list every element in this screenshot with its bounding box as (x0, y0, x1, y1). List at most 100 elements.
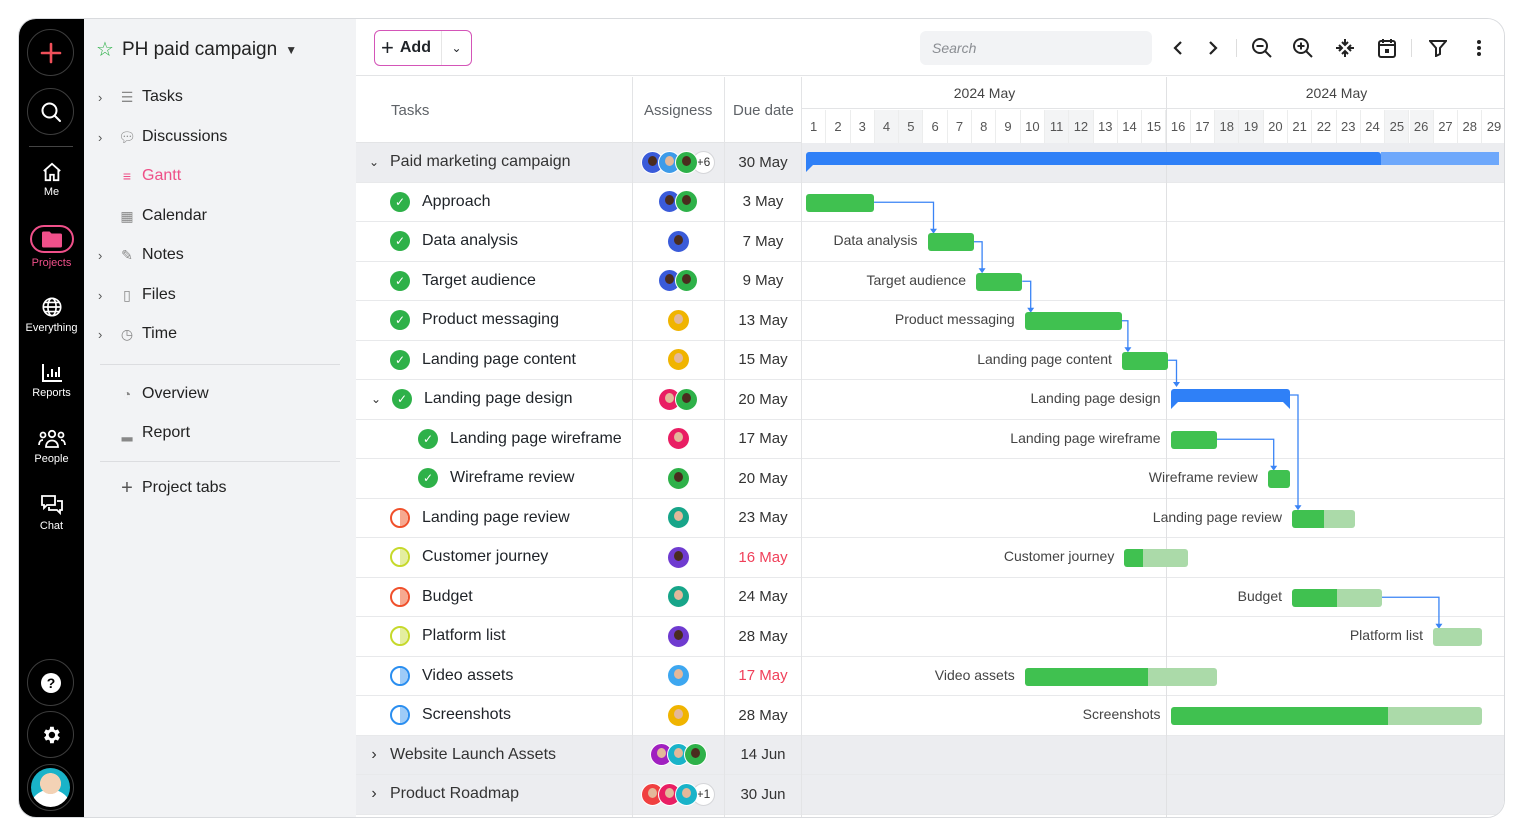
assignees-cell[interactable] (632, 301, 724, 340)
assignees-cell[interactable] (632, 538, 724, 577)
chevron-right-icon[interactable]: › (98, 288, 116, 303)
today-calendar-icon[interactable] (1375, 36, 1399, 60)
sidebar-item-time[interactable]: › ◷ Time (98, 322, 177, 346)
assignees-cell[interactable] (632, 578, 724, 617)
assignees-cell[interactable]: +1 (632, 775, 724, 814)
zoom-out-icon[interactable] (1250, 36, 1274, 60)
status-done-icon[interactable]: ✓ (418, 428, 438, 449)
rail-item-everything[interactable]: Everything (19, 296, 84, 334)
header-due-date[interactable]: Due date (733, 102, 794, 119)
task-bar[interactable] (1170, 707, 1482, 725)
status-in-progress-icon[interactable] (390, 586, 410, 607)
search-button[interactable] (27, 88, 74, 135)
due-date[interactable]: 23 May (724, 499, 802, 538)
assignees-cell[interactable] (632, 499, 724, 538)
add-button[interactable] (27, 29, 74, 76)
assignees-cell[interactable] (632, 696, 724, 735)
assignees-cell[interactable] (632, 341, 724, 380)
collapse-chevron-icon[interactable]: ⌄ (366, 392, 386, 406)
rail-item-chat[interactable]: Chat (19, 494, 84, 532)
search-input[interactable] (920, 31, 1152, 65)
due-date[interactable]: 30 May (724, 143, 802, 182)
task-cell[interactable]: ✓ Product messaging (390, 301, 559, 340)
due-date[interactable]: 28 May (724, 696, 802, 735)
task-bar[interactable] (1024, 667, 1217, 686)
task-bar[interactable] (1024, 312, 1122, 330)
rail-item-projects[interactable]: Projects (19, 225, 84, 269)
assignees-cell[interactable]: +6 (632, 143, 724, 182)
due-date[interactable]: 28 May (724, 617, 802, 656)
status-in-progress-icon[interactable] (390, 705, 410, 726)
task-bar[interactable] (1267, 470, 1290, 488)
due-date[interactable]: 30 Jun (724, 775, 802, 814)
sidebar-item-calendar[interactable]: ▦ Calendar (98, 204, 207, 228)
chevron-right-icon[interactable]: › (98, 327, 116, 342)
task-cell[interactable]: ✓ Approach (390, 183, 491, 222)
chevron-right-icon[interactable]: › (98, 130, 116, 145)
due-date[interactable]: 7 May (724, 222, 802, 261)
more-options-icon[interactable] (1467, 36, 1491, 60)
task-cell[interactable]: ✓ Target audience (390, 262, 536, 301)
task-cell[interactable]: ✓ Landing page wireframe (418, 420, 622, 459)
due-date[interactable]: 20 May (724, 380, 802, 419)
status-done-icon[interactable]: ✓ (390, 349, 410, 370)
task-cell[interactable]: Video assets (390, 657, 513, 696)
add-dropdown-chevron-icon[interactable]: ⌄ (442, 41, 471, 55)
task-bar[interactable] (1292, 588, 1382, 607)
task-bar[interactable] (806, 193, 875, 212)
collapse-icon[interactable] (1333, 36, 1357, 60)
task-cell[interactable]: ⌄ Paid marketing campaign (364, 143, 571, 182)
task-cell[interactable]: Budget (390, 578, 473, 617)
sidebar-item-files[interactable]: › ▯ Files (98, 283, 176, 307)
user-avatar[interactable] (27, 764, 74, 811)
sidebar-item-tasks[interactable]: › ☰ Tasks (98, 85, 183, 109)
due-date[interactable]: 14 Jun (724, 736, 802, 775)
project-title[interactable]: ☆ PH paid campaign ▼ (96, 37, 297, 62)
sidebar-item-gantt[interactable]: ≡ Gantt (98, 164, 181, 188)
filter-icon[interactable] (1426, 36, 1450, 60)
task-bar[interactable] (1170, 430, 1217, 449)
chevron-right-icon[interactable] (1201, 36, 1225, 60)
status-in-progress-icon[interactable] (390, 547, 410, 568)
collapse-chevron-icon[interactable]: ⌄ (364, 155, 384, 169)
due-date[interactable]: 3 May (724, 183, 802, 222)
project-tabs-button[interactable]: + Project tabs (98, 476, 226, 500)
sidebar-item-report[interactable]: ▂ Report (98, 421, 190, 445)
expand-chevron-icon[interactable]: › (364, 746, 384, 764)
task-cell[interactable]: Screenshots (390, 696, 511, 735)
help-button[interactable]: ? (27, 659, 74, 706)
status-done-icon[interactable]: ✓ (390, 310, 410, 331)
rail-item-people[interactable]: People (19, 429, 84, 465)
task-bar[interactable] (1121, 351, 1169, 370)
task-cell[interactable]: Platform list (390, 617, 506, 656)
status-done-icon[interactable]: ✓ (390, 270, 410, 291)
rail-item-me[interactable]: Me (19, 162, 84, 198)
assignees-cell[interactable] (632, 222, 724, 261)
due-date[interactable]: 17 May (724, 420, 802, 459)
task-cell[interactable]: ✓ Wireframe review (418, 459, 574, 498)
summary-bar[interactable] (1170, 389, 1290, 409)
assignees-cell[interactable] (632, 459, 724, 498)
header-tasks[interactable]: Tasks (391, 102, 429, 119)
expand-chevron-icon[interactable]: › (364, 785, 384, 803)
status-done-icon[interactable]: ✓ (390, 191, 410, 212)
assignees-cell[interactable] (632, 657, 724, 696)
add-task-button[interactable]: + Add ⌄ (374, 30, 472, 66)
task-bar[interactable] (1292, 509, 1356, 528)
status-in-progress-icon[interactable] (390, 665, 410, 686)
due-date[interactable]: 17 May (724, 657, 802, 696)
due-date[interactable]: 24 May (724, 578, 802, 617)
due-date[interactable]: 13 May (724, 301, 802, 340)
star-icon[interactable]: ☆ (96, 37, 114, 62)
task-cell[interactable]: › Website Launch Assets (364, 736, 556, 775)
sidebar-item-discussions[interactable]: › 💬︎ Discussions (98, 125, 227, 149)
status-done-icon[interactable]: ✓ (392, 389, 412, 410)
chevron-left-icon[interactable] (1166, 36, 1190, 60)
sidebar-item-notes[interactable]: › ✎ Notes (98, 243, 184, 267)
task-cell[interactable]: Customer journey (390, 538, 548, 577)
due-date[interactable]: 16 May (724, 538, 802, 577)
status-done-icon[interactable]: ✓ (390, 231, 410, 252)
assignees-cell[interactable] (632, 262, 724, 301)
sidebar-item-overview[interactable]: ◔ Overview (98, 382, 209, 406)
task-cell[interactable]: › Product Roadmap (364, 775, 519, 814)
